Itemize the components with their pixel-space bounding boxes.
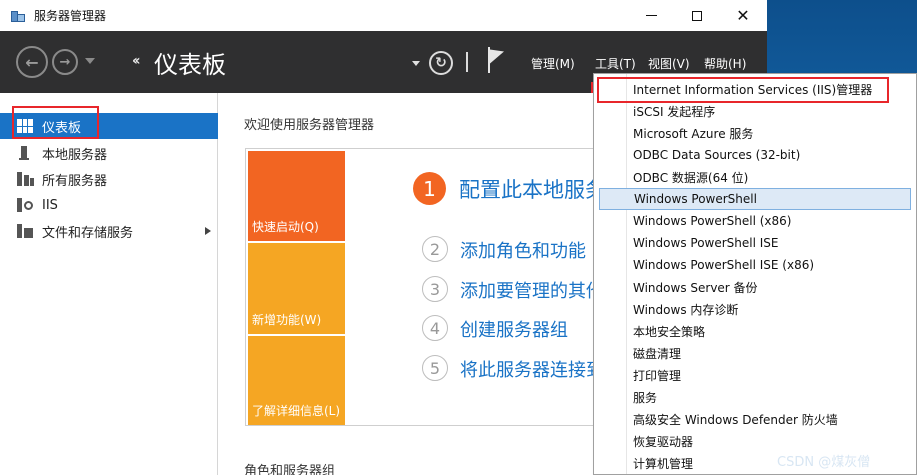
local-server-icon xyxy=(17,146,33,160)
menu-item-azure[interactable]: Microsoft Azure 服务 xyxy=(599,122,911,144)
welcome-heading: 欢迎使用服务器管理器 xyxy=(244,118,375,133)
tile-learn-more[interactable]: 了解详细信息(L) xyxy=(248,336,345,425)
close-icon: ✕ xyxy=(736,6,750,25)
refresh-button[interactable]: ↻ xyxy=(429,51,453,75)
sidebar-item-iis[interactable]: IIS xyxy=(0,192,218,218)
tile-quick-start[interactable]: 快速启动(Q) xyxy=(248,151,345,241)
page-title: 仪表板 xyxy=(154,51,226,79)
back-arrow-icon: ← xyxy=(25,52,39,72)
menu-item-memory-diagnostic[interactable]: Windows 内存诊断 xyxy=(599,298,911,320)
menu-item-powershell[interactable]: Windows PowerShell xyxy=(599,188,911,210)
header-separator xyxy=(466,52,468,72)
step-number-3: 3 xyxy=(422,276,448,302)
menu-help[interactable]: 帮助(H) xyxy=(704,55,746,72)
sidebar-item-label: IIS xyxy=(42,197,58,213)
menu-item-odbc-32[interactable]: ODBC Data Sources (32-bit) xyxy=(599,144,911,166)
sidebar: 仪表板 本地服务器 所有服务器 IIS 文件和存储服务 xyxy=(0,93,218,475)
notifications-flag-icon[interactable] xyxy=(488,44,508,73)
all-servers-icon xyxy=(17,172,34,186)
menu-tools[interactable]: 工具(T) xyxy=(595,55,636,72)
step-link-create-group[interactable]: 创建服务器组 xyxy=(460,316,568,342)
maximize-icon xyxy=(692,10,702,21)
dashboard-highlight-box xyxy=(12,106,99,139)
refresh-icon: ↻ xyxy=(435,55,447,71)
welcome-panel: 快速启动(Q) 新增功能(W) 了解详细信息(L) 1 配置此本地服务器 2 添… xyxy=(245,148,658,426)
tile-label: 新增功能(W) xyxy=(252,313,322,327)
menu-item-disk-cleanup[interactable]: 磁盘清理 xyxy=(599,342,911,364)
forward-arrow-icon: → xyxy=(59,54,71,70)
step-number-5: 5 xyxy=(422,355,448,381)
menu-item-iscsi[interactable]: iSCSI 发起程序 xyxy=(599,100,911,122)
sidebar-item-label: 文件和存储服务 xyxy=(42,225,134,241)
close-button[interactable]: ✕ xyxy=(720,0,766,31)
maximize-button[interactable] xyxy=(674,0,720,31)
menu-item-powershell-x86[interactable]: Windows PowerShell (x86) xyxy=(599,210,911,232)
step-number-2: 2 xyxy=(422,236,448,262)
forward-button[interactable]: → xyxy=(52,49,78,75)
menu-view[interactable]: 视图(V) xyxy=(648,55,690,72)
window-title: 服务器管理器 xyxy=(34,9,107,23)
sidebar-item-file-storage[interactable]: 文件和存储服务 xyxy=(0,218,218,244)
tile-label: 快速启动(Q) xyxy=(252,220,319,234)
menu-item-print-management[interactable]: 打印管理 xyxy=(599,364,911,386)
minimize-icon xyxy=(645,15,657,16)
file-storage-icon xyxy=(17,224,33,238)
step-link-add-roles[interactable]: 添加角色和功能 xyxy=(460,237,586,263)
menu-item-local-security-policy[interactable]: 本地安全策略 xyxy=(599,320,911,342)
header-dropdown-icon[interactable] xyxy=(412,61,420,66)
roles-heading: 角色和服务器组 xyxy=(244,464,336,475)
menu-item-recovery-drive[interactable]: 恢复驱动器 xyxy=(599,430,911,452)
expand-arrow-icon[interactable] xyxy=(205,227,211,235)
tile-whats-new[interactable]: 新增功能(W) xyxy=(248,243,345,334)
sidebar-item-all-servers[interactable]: 所有服务器 xyxy=(0,166,218,192)
history-dropdown-icon[interactable] xyxy=(85,58,95,64)
tile-label: 了解详细信息(L) xyxy=(252,404,341,418)
step-number-1: 1 xyxy=(413,172,446,205)
title-bar: 服务器管理器 ✕ xyxy=(0,0,767,31)
step-number-4: 4 xyxy=(422,315,448,341)
back-button[interactable]: ← xyxy=(16,46,48,78)
iis-icon xyxy=(17,198,33,212)
sidebar-item-local-server[interactable]: 本地服务器 xyxy=(0,140,218,166)
menu-item-powershell-ise-x86[interactable]: Windows PowerShell ISE (x86) xyxy=(599,254,911,276)
menu-item-powershell-ise[interactable]: Windows PowerShell ISE xyxy=(599,232,911,254)
sidebar-item-label: 所有服务器 xyxy=(42,173,108,189)
menu-item-odbc-64[interactable]: ODBC 数据源(64 位) xyxy=(599,166,911,188)
breadcrumb-arrows: ‹‹ xyxy=(132,53,140,69)
menu-item-services[interactable]: 服务 xyxy=(599,386,911,408)
menu-item-defender-firewall[interactable]: 高级安全 Windows Defender 防火墙 xyxy=(599,408,911,430)
server-manager-app-icon xyxy=(10,8,26,24)
watermark: CSDN @煤灰僧 xyxy=(777,455,871,470)
minimize-button[interactable] xyxy=(628,0,674,31)
sidebar-item-label: 本地服务器 xyxy=(42,147,108,163)
tools-dropdown-menu: Internet Information Services (IIS)管理器 i… xyxy=(593,73,917,475)
menu-manage[interactable]: 管理(M) xyxy=(531,55,575,72)
menu-item-server-backup[interactable]: Windows Server 备份 xyxy=(599,276,911,298)
